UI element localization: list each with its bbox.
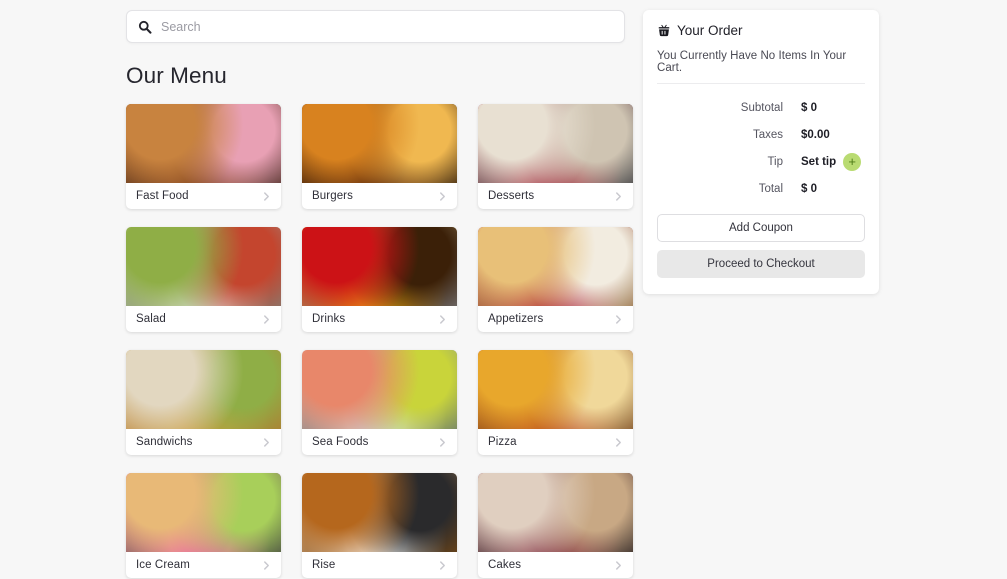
menu-card-photo <box>478 350 633 429</box>
subtotal-row: Subtotal $ 0 <box>657 94 865 121</box>
total-row: Total $ 0 <box>657 175 865 202</box>
menu-grid: Fast Food Burgers Desserts Salad Drinks Appet… <box>126 104 633 578</box>
menu-card[interactable]: Sandwichs <box>126 350 281 455</box>
menu-card[interactable]: Drinks <box>302 227 457 332</box>
app-root: Our Menu Fast Food Burgers Desserts Salad Dr… <box>0 0 1007 579</box>
menu-card[interactable]: Sea Foods <box>302 350 457 455</box>
menu-card-label-row: Fast Food <box>126 183 281 209</box>
page-title: Our Menu <box>126 63 227 88</box>
menu-card-photo <box>478 227 633 306</box>
menu-card-label: Burgers <box>312 190 353 202</box>
chevron-right-icon[interactable] <box>437 437 448 448</box>
chevron-right-icon[interactable] <box>437 314 448 325</box>
proceed-to-checkout-button[interactable]: Proceed to Checkout <box>657 250 865 278</box>
menu-card-photo <box>302 227 457 306</box>
search-input[interactable] <box>161 19 614 34</box>
menu-card-photo <box>478 473 633 552</box>
menu-card-label-row: Desserts <box>478 183 633 209</box>
menu-card-photo <box>302 473 457 552</box>
chevron-right-icon[interactable] <box>261 437 272 448</box>
subtotal-row-value: $ 0 <box>801 101 817 114</box>
menu-card-label: Salad <box>136 313 166 325</box>
total-row-label: Total <box>758 182 783 195</box>
order-panel-title: Your Order <box>677 23 743 38</box>
menu-card[interactable]: Salad <box>126 227 281 332</box>
menu-card-label-row: Sea Foods <box>302 429 457 455</box>
order-panel: Your Order You Currently Have No Items I… <box>643 10 879 294</box>
menu-card-photo <box>126 104 281 183</box>
chevron-right-icon[interactable] <box>613 191 624 202</box>
menu-card[interactable]: Rise <box>302 473 457 578</box>
menu-card-label: Drinks <box>312 313 346 325</box>
chevron-right-icon[interactable] <box>261 191 272 202</box>
menu-card-label-row: Sandwichs <box>126 429 281 455</box>
menu-card-label-row: Pizza <box>478 429 633 455</box>
menu-card[interactable]: Fast Food <box>126 104 281 209</box>
menu-card[interactable]: Ice Cream <box>126 473 281 578</box>
set-tip-link[interactable]: Set tip <box>801 156 836 168</box>
menu-card-label-row: Ice Cream <box>126 552 281 578</box>
tip-row: Tip Set tip + <box>657 148 865 175</box>
menu-card-label: Rise <box>312 559 336 571</box>
taxes-row: Taxes $0.00 <box>657 121 865 148</box>
menu-card[interactable]: Appetizers <box>478 227 633 332</box>
subtotal-row-label: Subtotal <box>740 101 783 114</box>
menu-card[interactable]: Cakes <box>478 473 633 578</box>
menu-card-label-row: Drinks <box>302 306 457 332</box>
menu-card-label: Appetizers <box>488 313 544 325</box>
menu-card-label: Sea Foods <box>312 436 369 448</box>
menu-card-label-row: Burgers <box>302 183 457 209</box>
order-panel-header: Your Order <box>657 23 865 38</box>
menu-card-label: Sandwichs <box>136 436 193 448</box>
menu-card-photo <box>478 104 633 183</box>
chevron-right-icon[interactable] <box>437 560 448 571</box>
search-bar[interactable] <box>126 10 625 43</box>
menu-card-photo <box>302 104 457 183</box>
menu-card-label: Ice Cream <box>136 559 190 571</box>
menu-card-photo <box>302 350 457 429</box>
menu-card[interactable]: Desserts <box>478 104 633 209</box>
menu-card[interactable]: Burgers <box>302 104 457 209</box>
menu-card[interactable]: Pizza <box>478 350 633 455</box>
menu-card-photo <box>126 473 281 552</box>
menu-card-photo <box>126 350 281 429</box>
menu-card-label-row: Cakes <box>478 552 633 578</box>
menu-column: Our Menu Fast Food Burgers Desserts Salad Dr… <box>126 10 633 578</box>
menu-card-photo <box>126 227 281 306</box>
menu-card-label: Cakes <box>488 559 522 571</box>
menu-card-label: Fast Food <box>136 190 189 202</box>
menu-card-label-row: Rise <box>302 552 457 578</box>
chevron-right-icon[interactable] <box>261 560 272 571</box>
tip-label: Tip <box>767 155 783 168</box>
chevron-right-icon[interactable] <box>613 314 624 325</box>
shopping-basket-icon <box>657 24 671 38</box>
cart-empty-message: You Currently Have No Items In Your Cart… <box>657 50 865 84</box>
menu-card-label-row: Appetizers <box>478 306 633 332</box>
menu-card-label: Desserts <box>488 190 535 202</box>
chevron-right-icon[interactable] <box>261 314 272 325</box>
taxes-row-value: $0.00 <box>801 128 830 141</box>
add-coupon-button[interactable]: Add Coupon <box>657 214 865 242</box>
search-icon <box>137 19 152 34</box>
menu-card-label: Pizza <box>488 436 517 448</box>
chevron-right-icon[interactable] <box>437 191 448 202</box>
order-totals: Subtotal $ 0 Taxes $0.00 Tip Set tip + Total $ 0 <box>657 94 865 202</box>
chevron-right-icon[interactable] <box>613 560 624 571</box>
taxes-row-label: Taxes <box>752 128 783 141</box>
chevron-right-icon[interactable] <box>613 437 624 448</box>
menu-card-label-row: Salad <box>126 306 281 332</box>
total-row-value: $ 0 <box>801 182 817 195</box>
plus-icon[interactable]: + <box>843 152 862 171</box>
